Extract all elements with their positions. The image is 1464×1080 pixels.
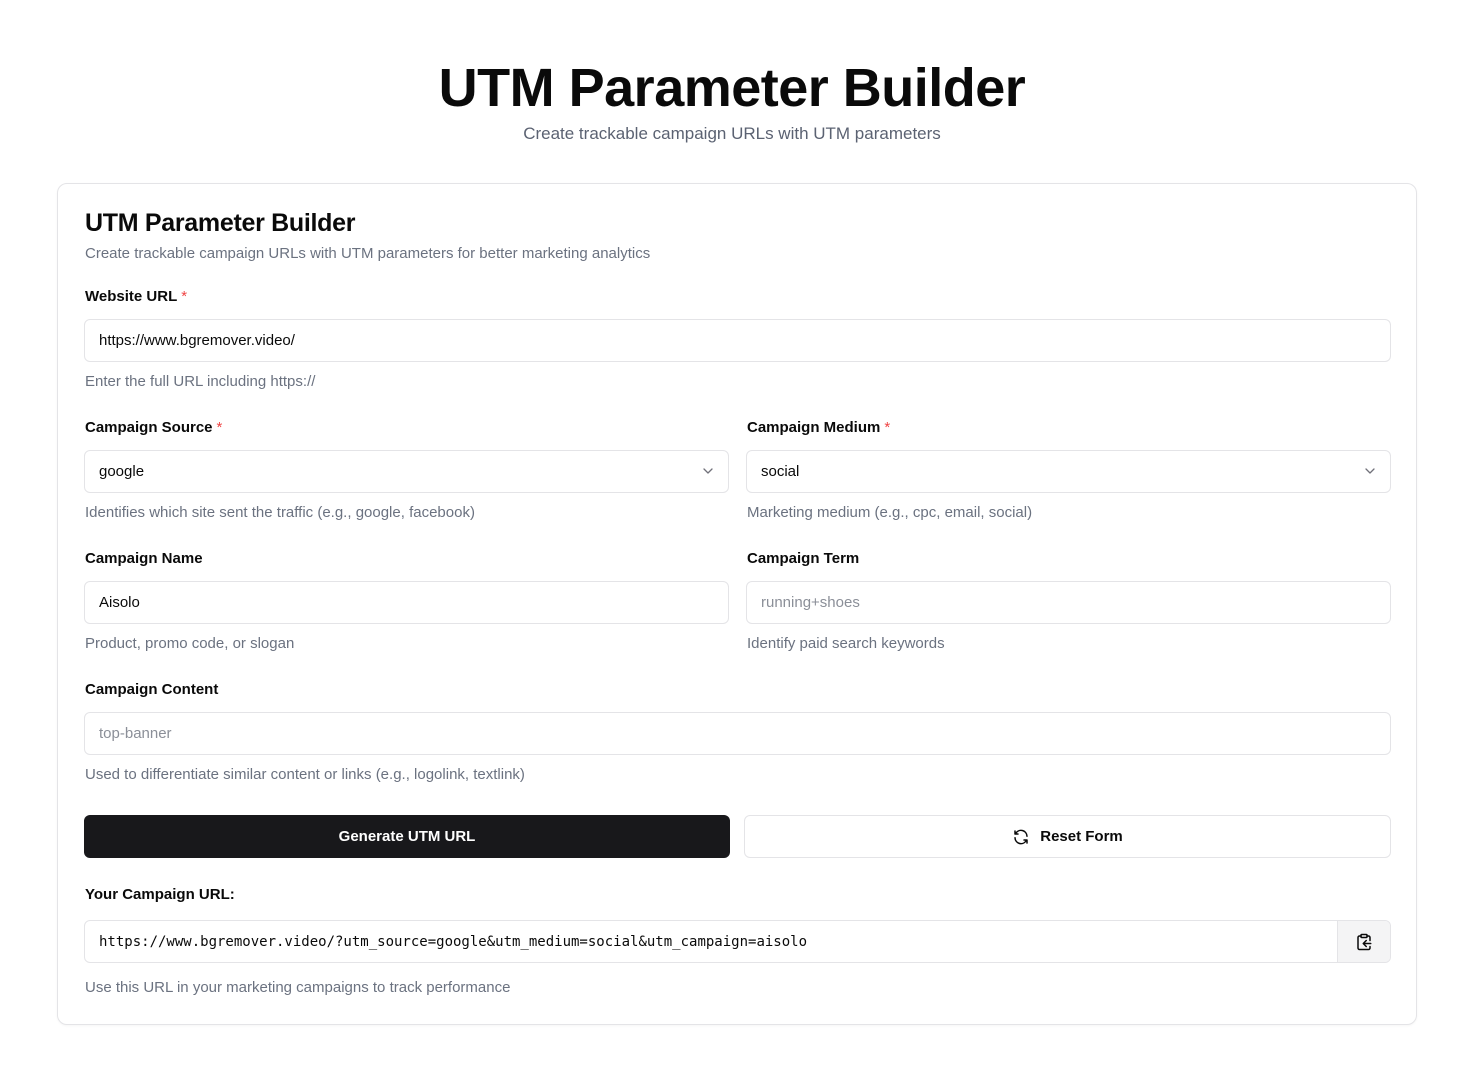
required-marker: * [181,288,188,305]
campaign-source-value: google [99,463,145,480]
reset-form-label: Reset Form [1040,828,1123,845]
campaign-term-label: Campaign Term [747,550,860,567]
campaign-url-value[interactable]: https://www.bgremover.video/?utm_source=… [85,921,1337,962]
campaign-url-output: https://www.bgremover.video/?utm_source=… [84,920,1391,963]
refresh-icon [1014,829,1028,844]
campaign-url-label: Your Campaign URL: [85,886,235,903]
campaign-source-hint: Identifies which site sent the traffic (… [85,504,475,521]
clipboard-copy-icon [1357,933,1372,950]
website-url-hint: Enter the full URL including https:// [85,373,316,390]
page-title: UTM Parameter Builder [438,58,1026,118]
card-title: UTM Parameter Builder [85,209,356,237]
campaign-name-hint: Product, promo code, or slogan [85,635,295,652]
campaign-medium-select[interactable]: social [746,450,1391,493]
campaign-content-field[interactable] [99,725,1376,742]
website-url-label: Website URL * [85,288,188,305]
campaign-name-label: Campaign Name [85,550,203,567]
campaign-url-hint: Use this URL in your marketing campaigns… [85,979,511,996]
utm-builder-card: UTM Parameter Builder Create trackable c… [57,183,1417,1025]
campaign-source-select[interactable]: google [84,450,729,493]
website-url-input[interactable] [84,319,1391,362]
campaign-name-input[interactable] [84,581,729,624]
campaign-medium-value: social [761,463,800,480]
campaign-term-hint: Identify paid search keywords [747,635,945,652]
campaign-content-hint: Used to differentiate similar content or… [85,766,525,783]
page-subtitle: Create trackable campaign URLs with UTM … [523,124,941,143]
copy-url-button[interactable] [1337,921,1390,962]
campaign-medium-hint: Marketing medium (e.g., cpc, email, soci… [747,504,1033,521]
generate-utm-url-button[interactable]: Generate UTM URL [84,815,730,858]
chevron-down-icon [703,468,713,474]
required-marker: * [216,419,223,436]
campaign-content-label: Campaign Content [85,681,219,698]
campaign-medium-label: Campaign Medium * [747,419,891,436]
reset-form-button[interactable]: Reset Form [744,815,1391,858]
campaign-source-label: Campaign Source * [85,419,223,436]
card-description: Create trackable campaign URLs with UTM … [85,245,651,262]
chevron-down-icon [1365,468,1375,474]
campaign-name-field[interactable] [99,594,714,611]
website-url-field[interactable] [99,332,1376,349]
required-marker: * [884,419,891,436]
campaign-term-field[interactable] [761,594,1376,611]
campaign-content-input[interactable] [84,712,1391,755]
campaign-term-input[interactable] [746,581,1391,624]
